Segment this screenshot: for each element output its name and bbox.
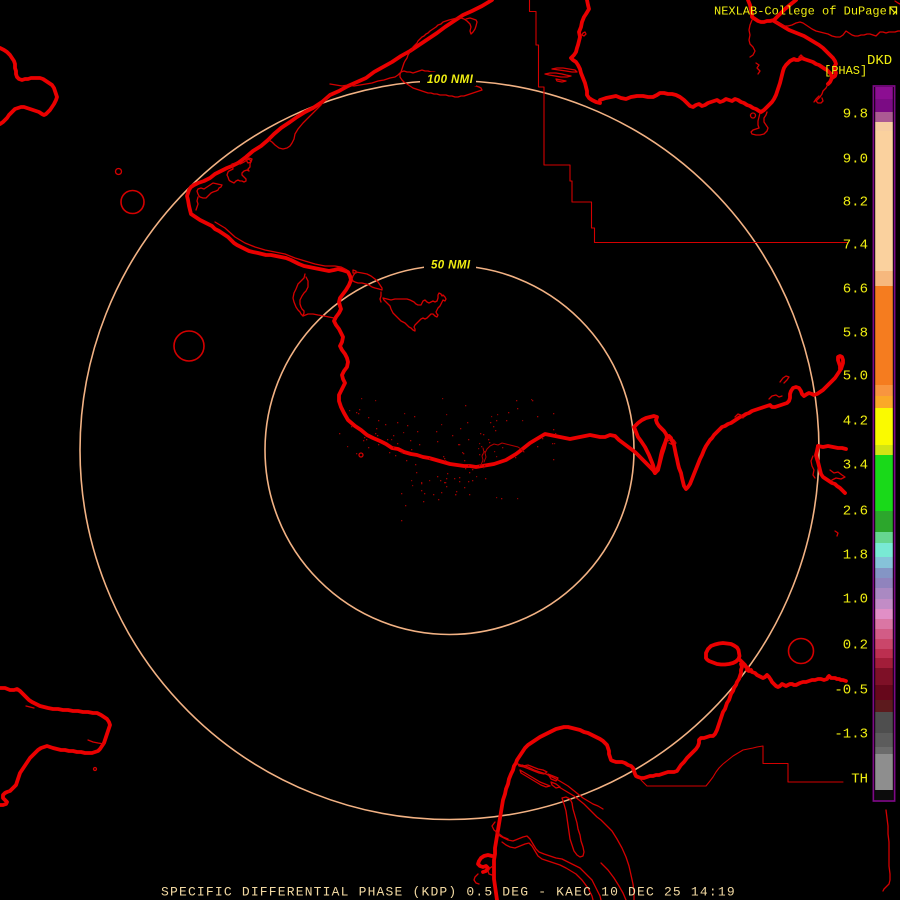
svg-text:50 NMI: 50 NMI: [431, 260, 471, 272]
svg-text:[PHAS]: [PHAS]: [824, 64, 867, 78]
svg-text:1.8: 1.8: [843, 547, 868, 563]
svg-text:-1.3: -1.3: [834, 726, 868, 742]
svg-text:5.0: 5.0: [843, 368, 868, 384]
svg-text:TH: TH: [851, 771, 868, 787]
svg-text:-0.5: -0.5: [834, 682, 868, 698]
svg-text:7.4: 7.4: [843, 237, 868, 253]
svg-text:0.2: 0.2: [843, 637, 868, 653]
svg-text:NEXLAB-College of DuPage: NEXLAB-College of DuPage: [714, 5, 887, 19]
svg-text:8.2: 8.2: [843, 194, 868, 210]
svg-text:5.8: 5.8: [843, 325, 868, 341]
svg-text:100 NMI: 100 NMI: [427, 74, 474, 86]
svg-text:2.6: 2.6: [843, 503, 868, 519]
svg-text:6.6: 6.6: [843, 281, 868, 297]
svg-text:3.4: 3.4: [843, 457, 868, 473]
svg-text:9.8: 9.8: [843, 106, 868, 122]
svg-text:DKD: DKD: [867, 53, 892, 69]
svg-text:4.2: 4.2: [843, 413, 868, 429]
svg-text:SPECIFIC DIFFERENTIAL PHASE (K: SPECIFIC DIFFERENTIAL PHASE (KDP) 0.5 DE…: [161, 885, 736, 900]
svg-text:1.0: 1.0: [843, 591, 868, 607]
svg-text:9.0: 9.0: [843, 151, 868, 167]
